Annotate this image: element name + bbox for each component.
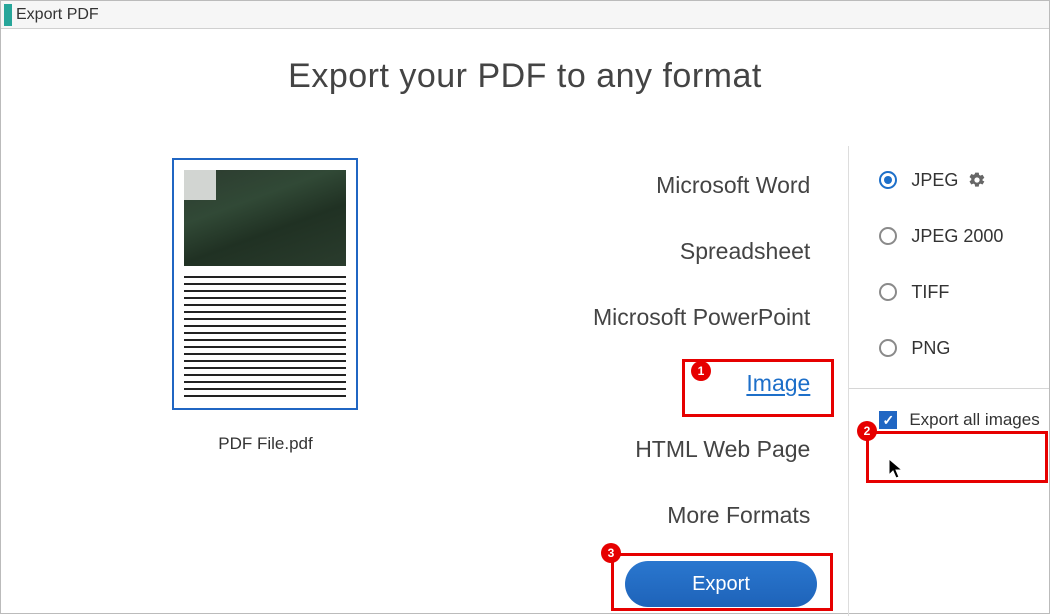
subformat-label: PNG — [911, 338, 950, 359]
page-title: Export your PDF to any format — [1, 57, 1049, 96]
header-title: Export PDF — [16, 6, 99, 24]
subformat-png[interactable]: PNG — [879, 320, 1049, 376]
format-list: Microsoft Word Spreadsheet Microsoft Pow… — [530, 146, 849, 616]
thumbnail-text-placeholder — [184, 276, 346, 398]
file-name-label: PDF File.pdf — [218, 434, 312, 454]
radio-icon — [879, 339, 897, 357]
subformat-label: TIFF — [911, 282, 949, 303]
subformat-jpeg[interactable]: JPEG — [879, 152, 1049, 208]
subformat-jpeg2000[interactable]: JPEG 2000 — [879, 208, 1049, 264]
export-button[interactable]: Export — [625, 561, 817, 607]
format-item-more[interactable]: More Formats — [530, 482, 848, 548]
radio-icon — [879, 283, 897, 301]
subformat-label: JPEG — [911, 170, 958, 191]
export-all-label: Export all images — [909, 410, 1039, 430]
format-item-word[interactable]: Microsoft Word — [530, 152, 848, 218]
header-bar: Export PDF — [1, 1, 1049, 29]
subformat-panel: JPEG JPEG 2000 TIFF PNG ✓ Export all ima… — [849, 146, 1049, 616]
gear-icon[interactable] — [968, 171, 986, 189]
format-item-image[interactable]: Image — [530, 350, 848, 416]
export-all-images-row[interactable]: ✓ Export all images — [879, 403, 1049, 437]
content-area: PDF File.pdf Microsoft Word Spreadsheet … — [1, 146, 1049, 616]
format-item-spreadsheet[interactable]: Spreadsheet — [530, 218, 848, 284]
format-item-powerpoint[interactable]: Microsoft PowerPoint — [530, 284, 848, 350]
subformat-tiff[interactable]: TIFF — [879, 264, 1049, 320]
radio-icon — [879, 171, 897, 189]
thumbnail-content — [184, 170, 346, 398]
thumbnail-image — [184, 170, 346, 266]
header-accent — [4, 4, 12, 26]
radio-icon — [879, 227, 897, 245]
checkbox-icon: ✓ — [879, 411, 897, 429]
preview-column: PDF File.pdf — [1, 146, 530, 616]
subpanel-divider — [849, 388, 1049, 389]
subformat-label: JPEG 2000 — [911, 226, 1003, 247]
file-thumbnail[interactable] — [172, 158, 358, 410]
format-item-html[interactable]: HTML Web Page — [530, 416, 848, 482]
